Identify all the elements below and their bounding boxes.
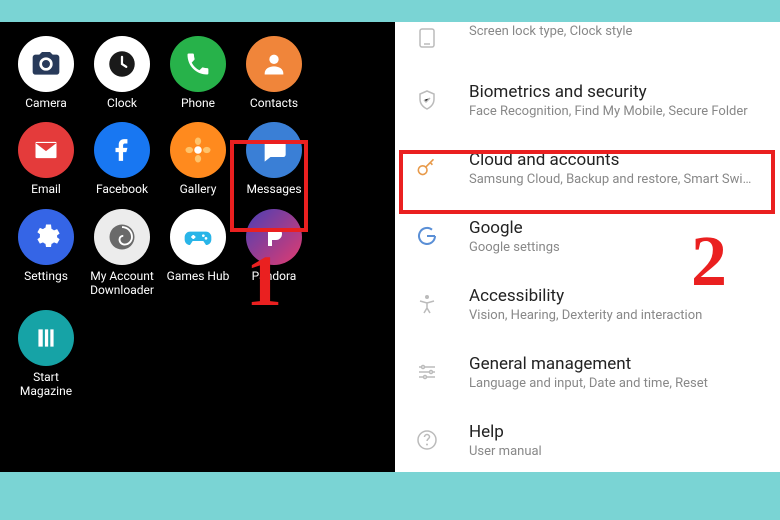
app-start-magazine[interactable]: Start Magazine (8, 310, 84, 399)
accessibility-icon (413, 290, 441, 318)
clock-icon (105, 47, 139, 81)
message-icon (260, 136, 288, 164)
app-label: Games Hub (167, 269, 230, 283)
app-label: Gallery (180, 182, 217, 196)
app-label: Facebook (96, 182, 148, 196)
settings-title: Help (469, 422, 762, 442)
phone-icon (184, 50, 212, 78)
step-number-2: 2 (691, 220, 727, 303)
app-contacts[interactable]: Contacts (236, 36, 312, 110)
facebook-icon (109, 137, 135, 163)
app-facebook[interactable]: Facebook (84, 122, 160, 196)
key-icon (413, 154, 441, 182)
app-settings[interactable]: Settings (8, 209, 84, 298)
google-icon (413, 222, 441, 250)
settings-item-help[interactable]: Help User manual (395, 406, 780, 474)
settings-item-cloud-accounts[interactable]: Cloud and accounts Samsung Cloud, Backup… (395, 134, 780, 202)
app-messages[interactable]: Messages (236, 122, 312, 196)
app-label: Settings (24, 269, 68, 283)
app-label: Camera (25, 96, 67, 110)
app-email[interactable]: Email (8, 122, 84, 196)
app-label: Clock (107, 96, 137, 110)
app-label: Start Magazine (9, 370, 83, 399)
person-icon (260, 50, 288, 78)
spiral-icon (107, 222, 137, 252)
app-myaccount-downloader[interactable]: My Account Downloader (84, 209, 160, 298)
settings-subtitle: Face Recognition, Find My Mobile, Secure… (469, 104, 762, 119)
app-label: My Account Downloader (85, 269, 159, 298)
sliders-icon (413, 358, 441, 386)
app-gallery[interactable]: Gallery (160, 122, 236, 196)
flower-icon (183, 135, 213, 165)
app-camera[interactable]: Camera (8, 36, 84, 110)
settings-subtitle: Language and input, Date and time, Reset (469, 376, 762, 391)
settings-subtitle: Vision, Hearing, Dexterity and interacti… (469, 308, 762, 323)
magazine-icon (33, 325, 59, 351)
settings-subtitle: Screen lock type, Clock style (469, 24, 762, 39)
app-label: Contacts (250, 96, 298, 110)
settings-subtitle: User manual (469, 444, 762, 459)
app-phone[interactable]: Phone (160, 36, 236, 110)
help-icon (413, 426, 441, 454)
gamepad-icon (182, 221, 214, 253)
app-drawer: Camera Clock Phone Contacts (0, 22, 395, 472)
step-number-1: 1 (246, 240, 282, 323)
settings-title: Cloud and accounts (469, 150, 762, 170)
app-label: Email (31, 182, 61, 196)
app-label: Messages (246, 182, 301, 196)
app-label: Phone (181, 96, 215, 110)
settings-panel: Screen lock type, Clock style Biometrics… (395, 22, 780, 472)
settings-title: General management (469, 354, 762, 374)
settings-item-lockscreen[interactable]: Screen lock type, Clock style (395, 22, 780, 66)
app-games-hub[interactable]: Games Hub (160, 209, 236, 298)
settings-subtitle: Samsung Cloud, Backup and restore, Smart… (469, 172, 762, 187)
email-icon (32, 136, 60, 164)
settings-title: Biometrics and security (469, 82, 762, 102)
app-clock[interactable]: Clock (84, 36, 160, 110)
settings-item-general[interactable]: General management Language and input, D… (395, 338, 780, 406)
shield-icon (413, 86, 441, 114)
lockscreen-icon (413, 24, 441, 52)
settings-item-biometrics[interactable]: Biometrics and security Face Recognition… (395, 66, 780, 134)
gear-icon (31, 222, 61, 252)
camera-icon (30, 48, 62, 80)
